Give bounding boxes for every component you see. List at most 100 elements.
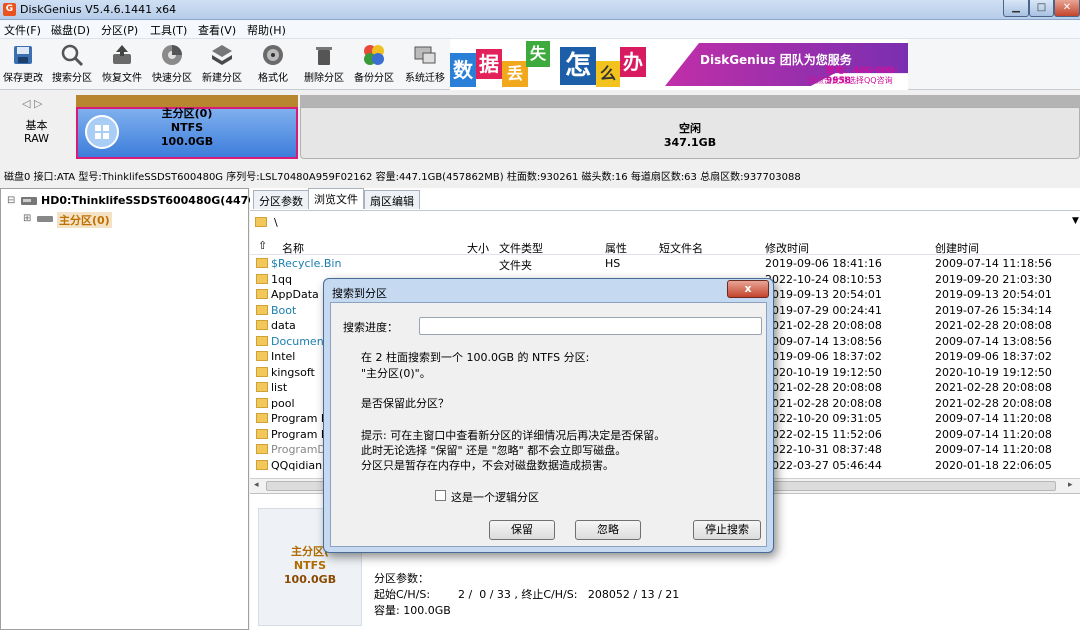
keep-button[interactable]: 保留 (489, 520, 555, 540)
folder-icon (256, 304, 268, 315)
detail-start-label: 起始C/H/S: (374, 588, 431, 601)
menu-partition[interactable]: 分区(P) (101, 22, 138, 38)
quick-partition-icon (162, 45, 182, 65)
logical-partition-label[interactable]: 这是一个逻辑分区 (451, 489, 539, 505)
folder-icon (256, 397, 268, 408)
folder-icon (256, 459, 268, 470)
col-created[interactable]: 创建时间 (935, 240, 979, 256)
main-partition-fs: NTFS (170, 121, 204, 134)
found-partition-dialog: 搜索到分区 x 搜索进度： 在 2 柱面搜索到一个 100.0GB 的 NTFS… (323, 278, 774, 553)
menu-help[interactable]: 帮助(H) (247, 22, 286, 38)
folder-icon (256, 382, 268, 392)
main-partition-size: 100.0GB (160, 135, 214, 148)
path-dropdown-icon[interactable]: ▼ (1072, 216, 1079, 226)
save-icon (14, 46, 32, 64)
system-migrate-button[interactable]: 系统迁移 (401, 39, 449, 89)
new-partition-icon (212, 45, 232, 65)
tree-partition-item[interactable]: 主分区(0) (57, 212, 112, 228)
save-changes-button[interactable]: 保存更改 (0, 39, 46, 89)
table-row[interactable]: $Recycle.Bin 文件夹 HS 2019-09-06 18:41:16 2009… (250, 256, 1080, 272)
disk-tree: ⊟ HD0:ThinklifeSSDST600480G(447GB) ⊞ 主分区… (0, 188, 271, 630)
banner-tile: 丢 (502, 61, 528, 87)
delete-partition-button[interactable]: 删除分区 (300, 39, 348, 89)
col-modified[interactable]: 修改时间 (765, 240, 809, 256)
file-list-header: ⇧ 名称 大小 文件类型 属性 短文件名 修改时间 创建时间 (250, 237, 1080, 255)
backup-partition-button[interactable]: 备份分区 (350, 39, 398, 89)
search-icon (61, 44, 84, 67)
detail-capacity: 容量: 100.0GB (374, 604, 451, 617)
up-directory-icon[interactable]: ⇧ (258, 239, 267, 252)
close-button[interactable]: ✕ (1054, 0, 1080, 17)
scroll-left-icon[interactable]: ◂ (254, 480, 259, 490)
main-partition-block[interactable]: 主分区(0) NTFS 100.0GB (76, 107, 298, 159)
banner-tile: 据 (476, 49, 502, 79)
folder-icon (256, 428, 268, 439)
detail-chs-values: 2 / 0 / 33 , 终止C/H/S: 208052 / 13 / 21 (458, 588, 680, 601)
col-type[interactable]: 文件类型 (499, 240, 543, 256)
folder-icon (256, 413, 268, 423)
col-size[interactable]: 大小 (467, 240, 489, 256)
logical-partition-checkbox[interactable] (435, 490, 446, 501)
window-title: DiskGenius V5.4.6.1441 x64 (20, 3, 177, 16)
tab-browse-files[interactable]: 浏览文件 (308, 188, 364, 209)
scroll-right-icon[interactable]: ▸ (1068, 480, 1073, 490)
menu-tools[interactable]: 工具(T) (150, 22, 187, 38)
menu-disk[interactable]: 磁盘(D) (51, 22, 90, 38)
dialog-close-button[interactable]: x (727, 280, 769, 298)
folder-icon (256, 289, 268, 299)
tree-collapse-toggle[interactable]: ⊟ (7, 195, 15, 206)
col-name[interactable]: 名称 (282, 240, 304, 256)
free-space-block[interactable]: 空闲 347.1GB (300, 107, 1080, 159)
path-bar[interactable]: \ ▼ (250, 210, 1080, 236)
maximize-button[interactable]: □ (1029, 0, 1054, 17)
search-progress-bar (419, 317, 762, 335)
tree-disk-item[interactable]: HD0:ThinklifeSSDST600480G(447GB) (41, 194, 271, 207)
new-partition-button[interactable]: 新建分区 (198, 39, 246, 89)
delete-icon (316, 47, 332, 65)
hint-line-3: 分区只是暂存在内存中，不会对磁盘数据造成损害。 (361, 459, 614, 472)
keep-question: 是否保留此分区？ (361, 397, 449, 410)
ignore-button[interactable]: 忽略 (575, 520, 641, 540)
found-message: 在 2 柱面搜索到一个 100.0GB 的 NTFS 分区: (361, 351, 590, 364)
banner-tile: 么 (596, 61, 620, 87)
main-partition-name: 主分区(0) (161, 107, 213, 120)
tree-expand-toggle[interactable]: ⊞ (23, 213, 31, 224)
folder-icon (256, 351, 268, 361)
banner-tile: 数 (450, 53, 476, 87)
tab-sector-edit[interactable]: 扇区编辑 (364, 190, 420, 209)
banner-ad[interactable]: 数 据 丢 失 怎 么 办 DiskGenius 团队为您服务 致电：400-0… (450, 39, 908, 90)
quick-partition-button[interactable]: 快速分区 (148, 39, 196, 89)
dialog-title: 搜索到分区 (332, 287, 387, 300)
detail-partition-fs: NTFS (293, 559, 327, 572)
banner-tile: 失 (526, 41, 550, 67)
detail-partition-size: 100.0GB (283, 573, 337, 586)
disk-nav-arrows[interactable]: ◁ ▷ (22, 97, 42, 110)
dialog-body: 搜索进度： 在 2 柱面搜索到一个 100.0GB 的 NTFS 分区: "主分… (330, 302, 767, 547)
app-icon: G (3, 3, 16, 16)
format-icon (263, 45, 283, 65)
banner-tile: 办 (620, 47, 646, 77)
free-space-header (300, 95, 1080, 107)
stop-search-button[interactable]: 停止搜索 (693, 520, 761, 540)
search-partition-button[interactable]: 搜索分区 (48, 39, 96, 89)
folder-icon (256, 366, 268, 377)
menu-bar: 文件(F) 磁盘(D) 分区(P) 工具(T) 查看(V) 帮助(H) (0, 20, 1080, 39)
banner-qq-link[interactable]: 或点击此处选择QQ咨询 (808, 75, 893, 86)
recover-files-button[interactable]: 恢复文件 (98, 39, 146, 89)
main-partition-header (76, 95, 298, 107)
banner-tile: 怎 (560, 47, 596, 85)
hint-line-1: 提示: 可在主窗口中查看新分区的详细情况后再决定是否保留。 (361, 429, 666, 442)
detail-params-title: 分区参数： (374, 572, 429, 585)
menu-view[interactable]: 查看(V) (198, 22, 236, 38)
tab-partition-params[interactable]: 分区参数 (253, 190, 309, 209)
col-attr[interactable]: 属性 (605, 240, 627, 256)
format-button[interactable]: 格式化 (250, 39, 296, 89)
hint-line-2: 此时无论选择 "保留" 还是 "忽略" 都不会立即写磁盘。 (361, 444, 627, 457)
disk-map: ◁ ▷ 基本 RAW 主分区(0) NTFS 100.0GB 空闲 347.1G… (0, 91, 1080, 163)
menu-file[interactable]: 文件(F) (4, 22, 41, 38)
folder-icon (256, 335, 268, 346)
minimize-button[interactable]: ▁ (1003, 0, 1029, 17)
col-short-name[interactable]: 短文件名 (659, 240, 703, 256)
backup-icon (364, 45, 384, 65)
folder-icon (256, 258, 268, 268)
